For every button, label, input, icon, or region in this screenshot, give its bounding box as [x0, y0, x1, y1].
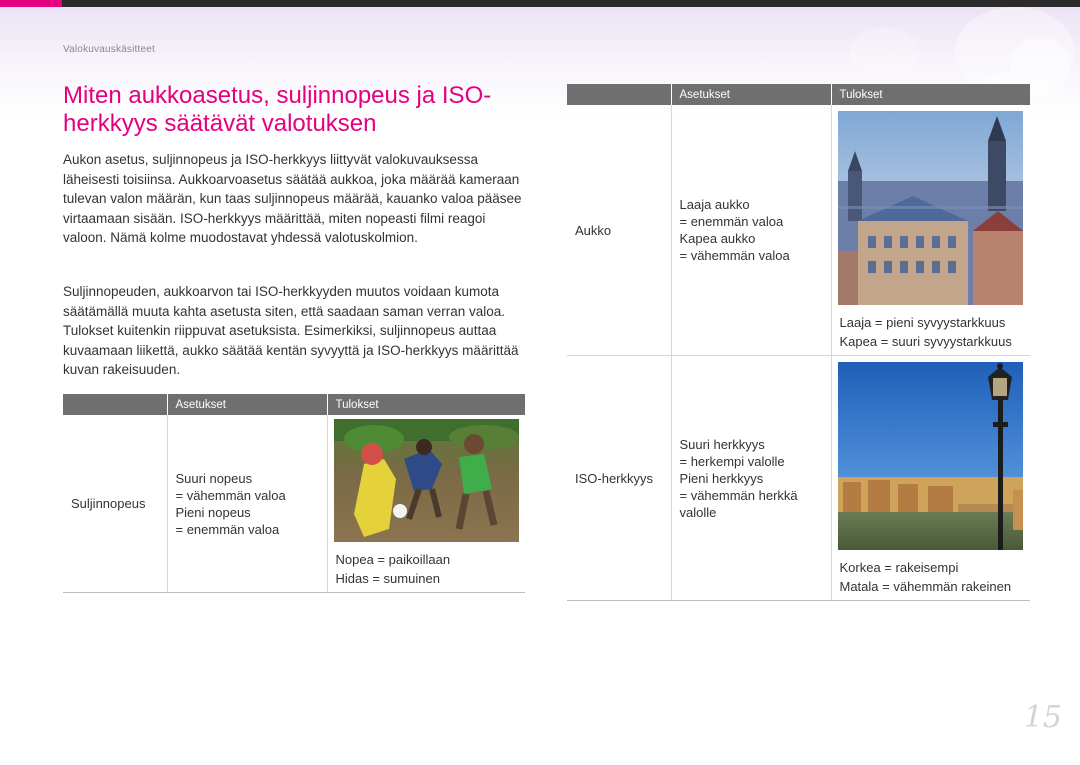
table-header-empty — [567, 84, 671, 105]
table-header-results: Tulokset — [326, 394, 525, 415]
table-row: Suljinnopeus Suuri nopeus = vähemmän val… — [63, 415, 525, 593]
table-row: Aukko Laaja aukko = enemmän valoa Kapea … — [567, 105, 1030, 356]
page-title: Miten aukkoasetus, suljinnopeus ja ISO-h… — [63, 82, 492, 137]
table-header-results: Tulokset — [830, 84, 1030, 105]
results-cell: Korkea = rakeisempi Matala = vähemmän ra… — [830, 355, 1030, 601]
result-line: Korkea = rakeisempi — [839, 560, 959, 575]
settings-line: = vähemmän valoa — [679, 248, 790, 263]
top-bar-accent — [0, 0, 62, 7]
settings-line: = enemmän valoa — [175, 521, 280, 537]
result-line: Laaja = pieni syvyystarkkuus — [839, 315, 1006, 330]
settings-cell: Laaja aukko = enemmän valoa Kapea aukko … — [670, 105, 831, 356]
section-label: Valokuvauskäsitteet — [63, 44, 155, 55]
results-caption: Korkea = rakeisempi Matala = vähemmän ra… — [840, 558, 1023, 596]
table-header-settings: Asetukset — [166, 394, 327, 415]
settings-cell: Suuri nopeus = vähemmän valoa Pieni nope… — [166, 415, 327, 593]
table-header-settings: Asetukset — [670, 84, 831, 105]
result-line: Hidas = sumuinen — [335, 571, 440, 586]
table-header-row: Asetukset Tulokset — [567, 84, 1030, 105]
bokeh-circle — [850, 27, 920, 77]
aperture-iso-table: Asetukset Tulokset Aukko Laaja aukko = e… — [567, 84, 1030, 601]
results-cell: Nopea = paikoillaan Hidas = sumuinen — [326, 415, 525, 593]
row-label: ISO-herkkyys — [567, 355, 671, 601]
settings-line: = enemmän valoa — [679, 214, 784, 229]
street-lamp-river-photo — [837, 362, 1023, 550]
settings-line: = vähemmän valoa — [175, 487, 286, 503]
top-bar — [0, 0, 1080, 7]
settings-line: Suuri herkkyys — [679, 436, 765, 452]
second-paragraph: Suljinnopeuden, aukkoarvon tai ISO-herkk… — [63, 284, 519, 377]
results-caption: Nopea = paikoillaan Hidas = sumuinen — [336, 550, 518, 588]
settings-line: = vähemmän herkkä valolle — [679, 487, 798, 520]
settings-line: Kapea aukko — [679, 231, 756, 246]
settings-line: Pieni nopeus — [175, 504, 251, 520]
page-number: 15 — [1023, 700, 1062, 735]
table-header-empty — [63, 394, 167, 415]
row-label: Aukko — [567, 105, 671, 356]
row-label: Suljinnopeus — [63, 415, 167, 593]
table-row: ISO-herkkyys Suuri herkkyys = herkempi v… — [567, 355, 1030, 601]
table-header-row: Asetukset Tulokset — [63, 394, 525, 415]
city-rooftops-photo — [837, 111, 1023, 305]
result-line: Matala = vähemmän rakeinen — [839, 579, 1012, 594]
settings-line: Laaja aukko — [679, 197, 750, 212]
settings-line: Suuri nopeus — [175, 470, 253, 486]
settings-cell: Suuri herkkyys = herkempi valolle Pieni … — [670, 355, 831, 601]
result-line: Nopea = paikoillaan — [335, 552, 451, 567]
result-line: Kapea = suuri syvyystarkkuus — [839, 334, 1012, 349]
intro-paragraph: Aukon asetus, suljinnopeus ja ISO-herkky… — [63, 152, 522, 245]
shutter-speed-table: Asetukset Tulokset Suljinnopeus Suuri no… — [63, 394, 525, 593]
settings-line: Pieni herkkyys — [679, 470, 764, 486]
children-playing-football-photo — [333, 419, 519, 542]
results-cell: Laaja = pieni syvyystarkkuus Kapea = suu… — [830, 105, 1030, 356]
settings-line: = herkempi valolle — [679, 453, 785, 469]
results-caption: Laaja = pieni syvyystarkkuus Kapea = suu… — [840, 313, 1023, 351]
